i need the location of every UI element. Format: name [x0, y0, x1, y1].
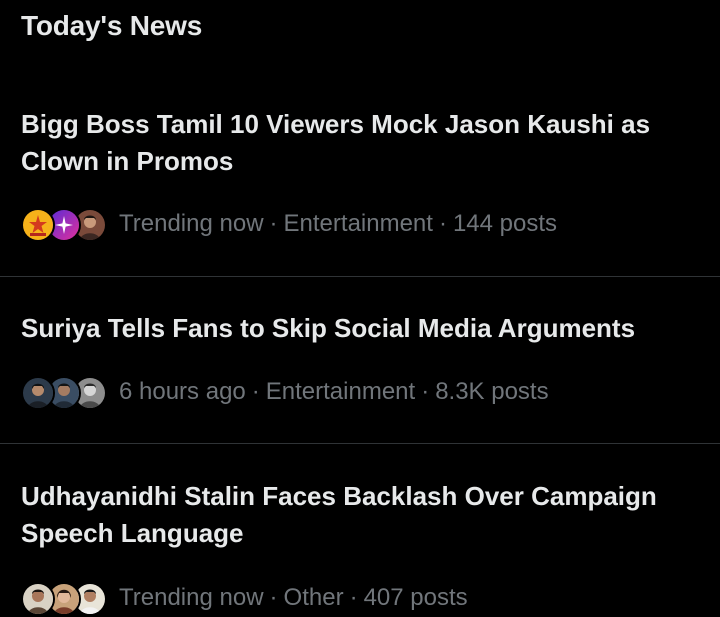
channel-logo-avatar — [21, 208, 55, 242]
news-meta: 6 hours ago · Entertainment · 8.3K posts — [21, 374, 549, 410]
person-avatar — [21, 376, 55, 410]
news-meta-text: Trending now · Other · 407 posts — [119, 584, 468, 612]
news-post-count: 407 posts — [363, 584, 468, 611]
news-time: Trending now — [119, 210, 264, 237]
meta-separator: · — [269, 584, 278, 611]
news-item[interactable]: Suriya Tells Fans to Skip Social Media A… — [0, 277, 720, 443]
meta-separator: · — [269, 210, 278, 237]
news-headline[interactable]: Bigg Boss Tamil 10 Viewers Mock Jason Ka… — [21, 106, 701, 180]
news-category: Entertainment — [265, 378, 416, 405]
news-meta: Trending now · Other · 407 posts — [21, 580, 468, 616]
news-headline[interactable]: Udhayanidhi Stalin Faces Backlash Over C… — [21, 478, 701, 552]
meta-separator: · — [251, 378, 260, 405]
news-item[interactable]: Udhayanidhi Stalin Faces Backlash Over C… — [0, 444, 720, 617]
news-time: 6 hours ago — [119, 378, 246, 405]
news-meta-text: Trending now · Entertainment · 144 posts — [119, 210, 557, 238]
person-avatar — [21, 582, 55, 616]
news-post-count: 144 posts — [452, 210, 558, 237]
meta-separator: · — [438, 210, 447, 237]
news-item[interactable]: Bigg Boss Tamil 10 Viewers Mock Jason Ka… — [0, 92, 720, 276]
avatar-group — [21, 206, 111, 242]
avatar-group — [21, 580, 111, 616]
news-category: Other — [283, 584, 344, 611]
news-time: Trending now — [119, 584, 264, 611]
news-category: Entertainment — [283, 210, 433, 237]
news-headline[interactable]: Suriya Tells Fans to Skip Social Media A… — [21, 310, 701, 347]
news-meta: Trending now · Entertainment · 144 posts — [21, 206, 557, 242]
section-title: Today's News — [21, 10, 203, 41]
meta-separator: · — [349, 584, 358, 611]
avatar-group — [21, 374, 111, 410]
news-meta-text: 6 hours ago · Entertainment · 8.3K posts — [119, 378, 549, 406]
news-post-count: 8.3K posts — [435, 378, 549, 405]
meta-separator: · — [421, 378, 430, 405]
